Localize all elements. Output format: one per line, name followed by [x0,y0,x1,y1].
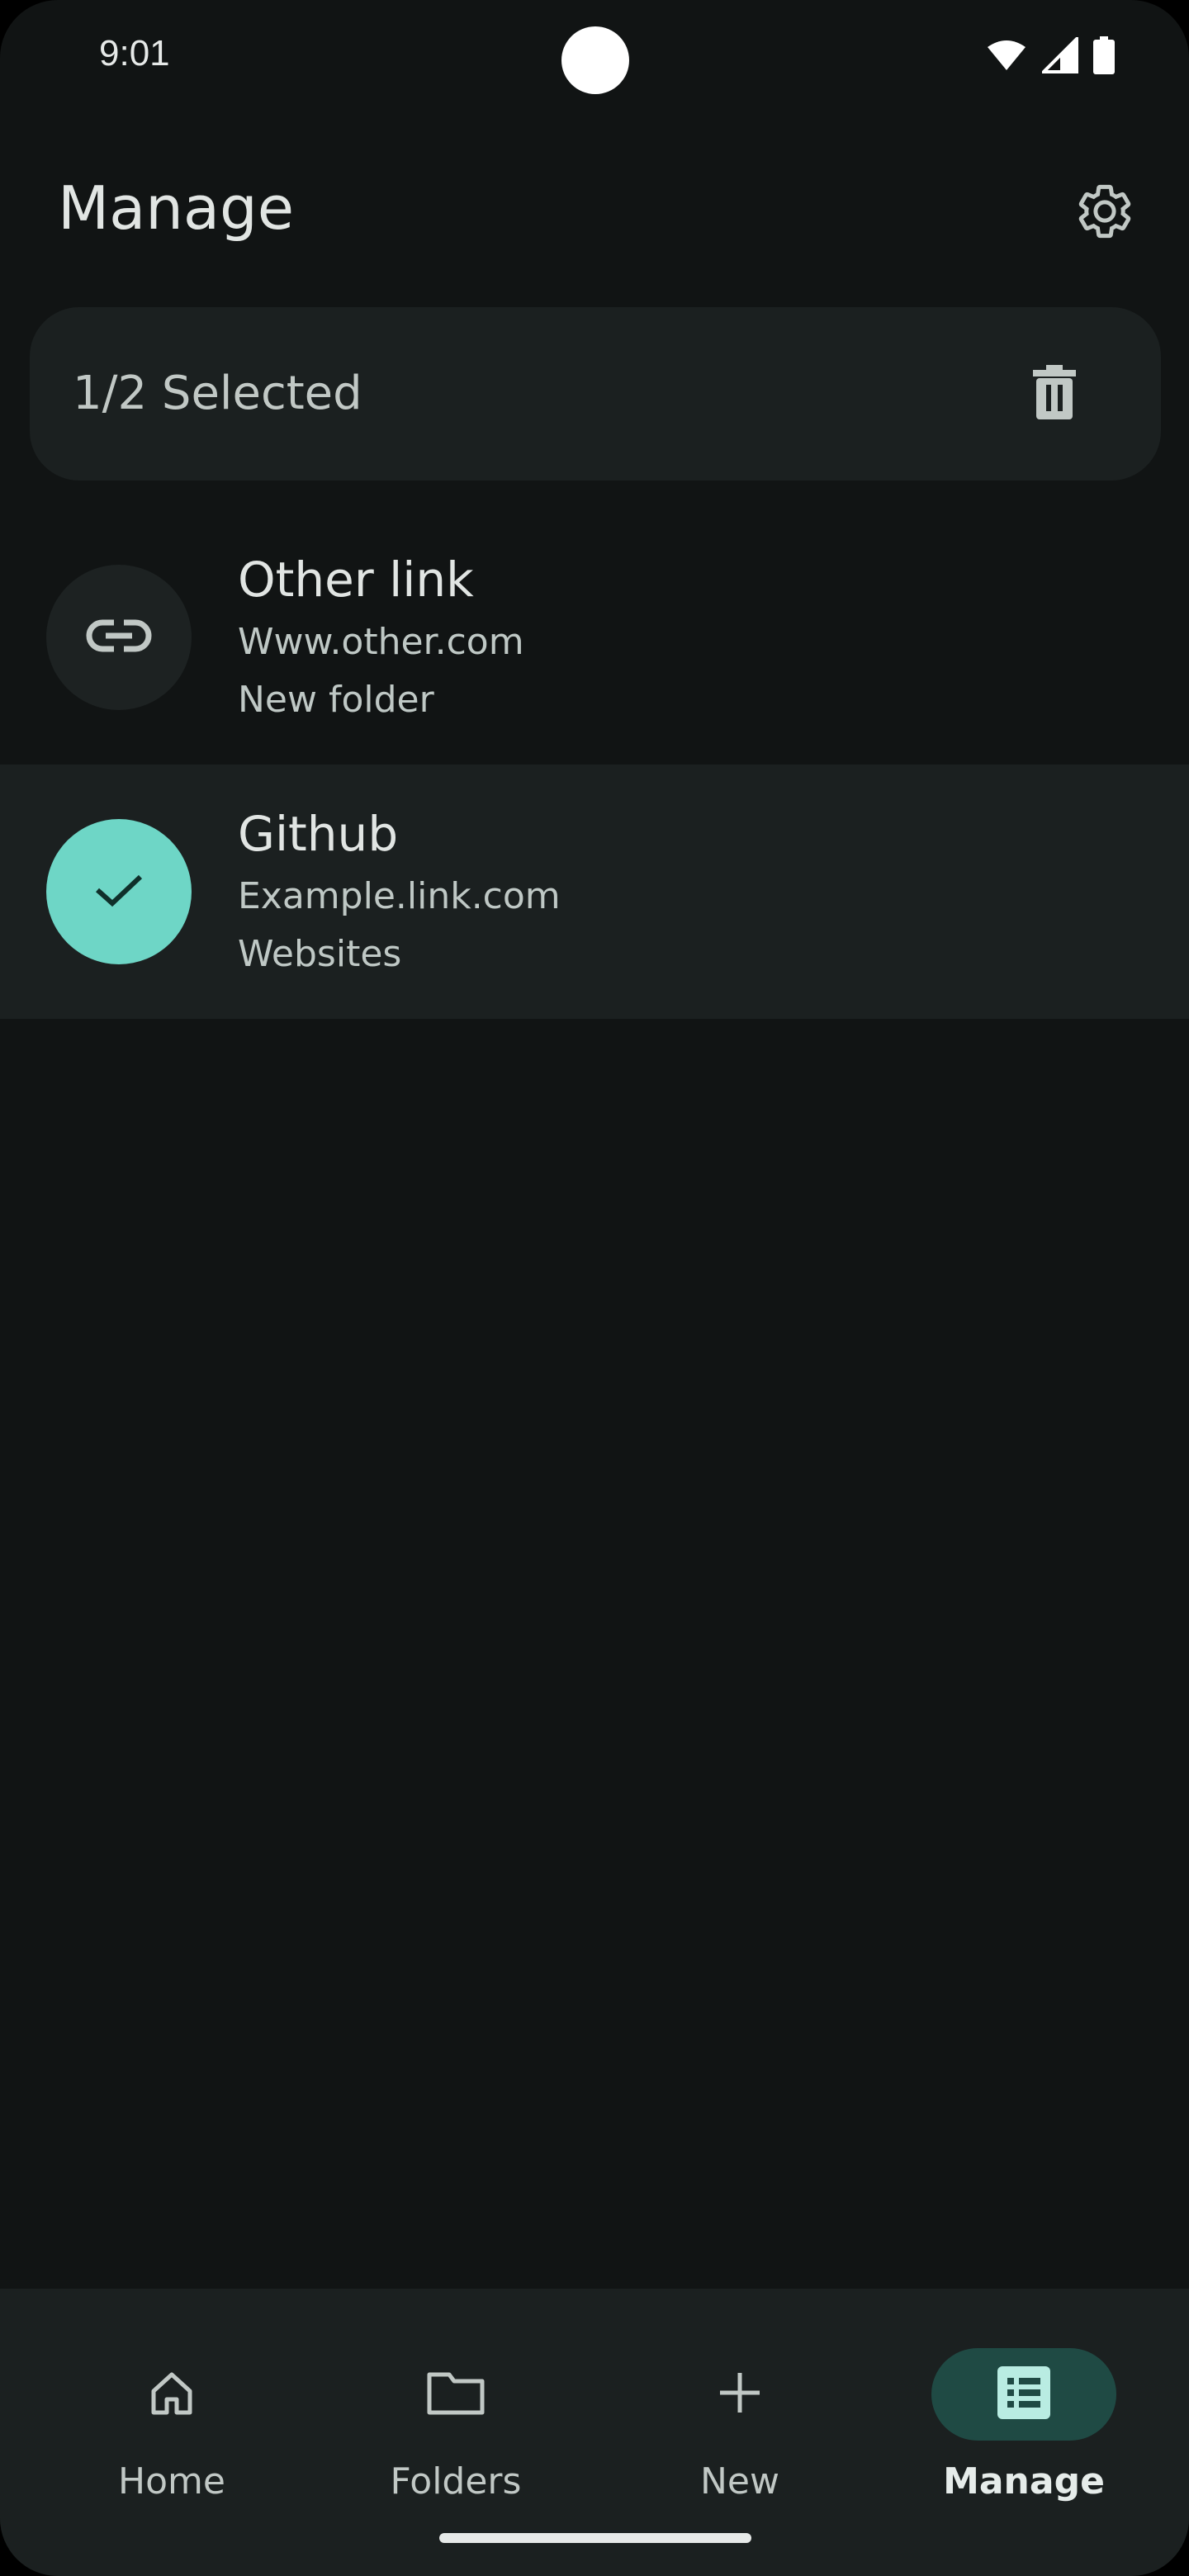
check-icon [94,872,144,912]
nav-item-folders[interactable]: Folders [314,2318,598,2503]
list-item[interactable]: Github Example.link.com Websites [0,765,1189,1019]
trash-icon [1030,365,1079,423]
selection-count: 1/2 Selected [73,367,362,420]
nav-item-new[interactable]: New [598,2318,882,2503]
avatar [46,819,192,964]
list-icon [997,2366,1050,2422]
camera-cutout [561,26,629,94]
avatar [46,565,192,710]
link-title: Github [238,806,399,862]
nav-label-manage: Manage [943,2460,1105,2503]
page-title: Manage [58,173,294,243]
nav-label-folders: Folders [390,2460,522,2503]
list-item[interactable]: Other link Www.other.com New folder [0,510,1189,765]
cellular-signal-icon [1042,37,1078,73]
link-title: Other link [238,552,474,608]
nav-label-home: Home [118,2460,225,2503]
status-time: 9:01 [99,33,170,73]
link-list: Other link Www.other.com New folder Gith… [0,510,1189,1019]
folder-icon [426,2368,486,2421]
nav-item-manage[interactable]: Manage [882,2318,1166,2503]
settings-button[interactable] [1065,173,1144,253]
nav-pill-active [931,2348,1116,2441]
delete-button[interactable] [1017,357,1092,431]
nav-pill [647,2348,832,2441]
battery-icon [1093,36,1115,74]
nav-item-home[interactable]: Home [30,2318,314,2503]
link-icon [86,618,152,657]
home-icon [147,2368,197,2421]
nav-pill [363,2348,548,2441]
link-url: Www.other.com [238,621,524,663]
selection-bar: 1/2 Selected [30,307,1161,481]
wifi-icon [986,39,1027,72]
gear-icon [1074,181,1135,245]
gesture-handle[interactable] [439,2533,751,2543]
link-folder: New folder [238,679,434,721]
link-folder: Websites [238,933,402,975]
status-icons [986,36,1115,74]
status-bar: 9:01 [0,0,1189,116]
link-url: Example.link.com [238,875,561,917]
nav-pill [79,2348,264,2441]
nav-label-new: New [700,2460,779,2503]
plus-icon [717,2370,763,2419]
phone-screen: 9:01 Manage 1/2 Selected Other link Www.… [0,0,1189,2576]
